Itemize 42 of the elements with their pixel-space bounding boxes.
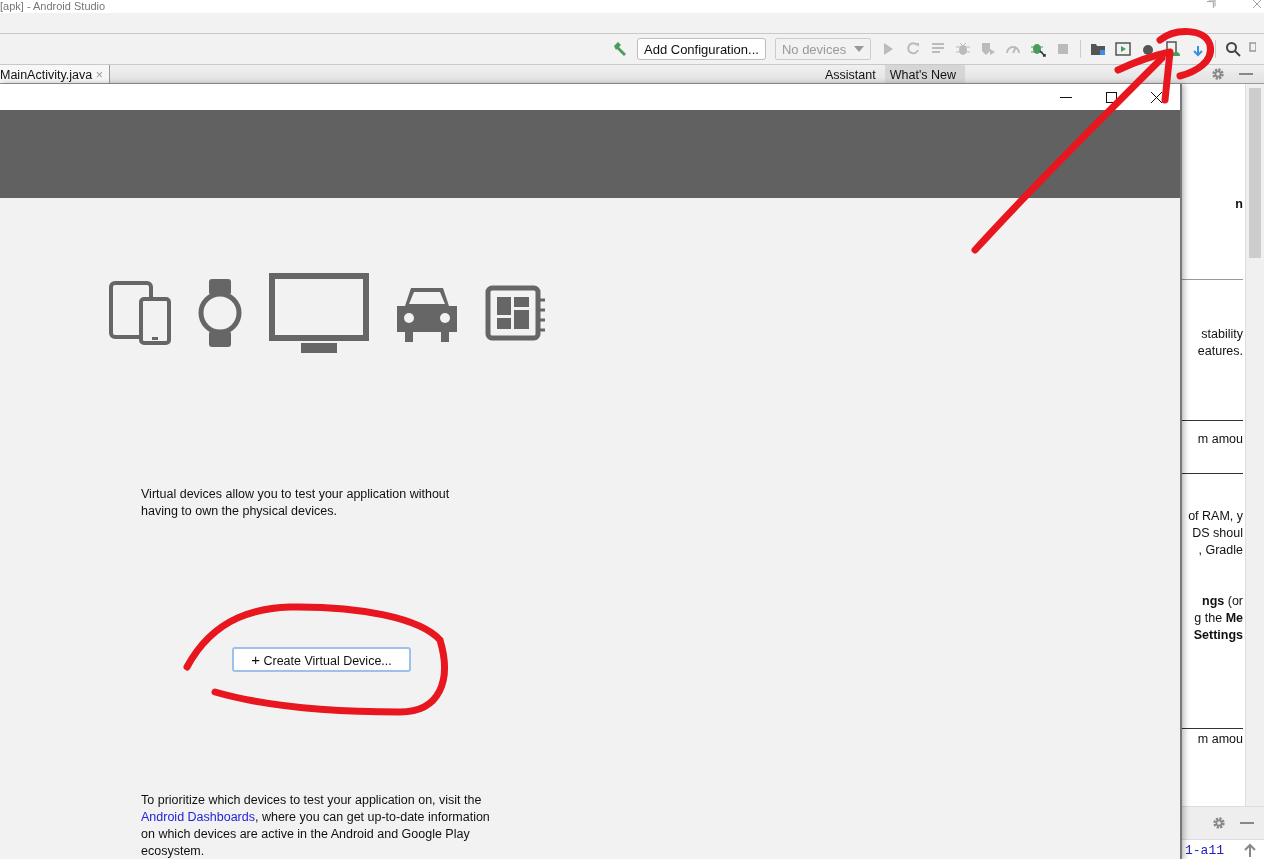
article-text: n <box>1235 196 1243 213</box>
intro-text: Virtual devices allow you to test your application without having to own the physical devices. <box>141 486 451 520</box>
phone-tablet-icon <box>109 281 171 345</box>
dashboard-info-text: To prioritize which devices to test your application on, visit the Android Dashboards, where you can get up-to-date information on which devices are active in the Android and Google Play ecosystem. <box>141 792 491 859</box>
restore-icon[interactable] <box>1206 0 1216 8</box>
rerun-icon[interactable] <box>904 41 921 57</box>
hammer-icon[interactable] <box>612 41 628 57</box>
chip-icon <box>485 285 545 341</box>
maximize-icon[interactable] <box>1106 91 1117 103</box>
window-title: [apk] - Android Studio <box>0 0 106 12</box>
article-text: DS shoul <box>1192 525 1243 542</box>
article-text: of RAM, y <box>1188 508 1243 525</box>
article-text: Settings <box>1193 627 1243 644</box>
console-link[interactable]: 1-a11 <box>1185 842 1224 858</box>
bug-icon[interactable] <box>1029 41 1046 57</box>
dashboards-link[interactable]: Android Dashboards <box>141 810 255 824</box>
article-text: ngs (or <box>1202 593 1243 610</box>
shield-icon[interactable] <box>979 41 996 57</box>
article-text: g the Me <box>1194 610 1243 627</box>
monitor-icon <box>269 273 369 353</box>
folder-icon[interactable] <box>1089 41 1106 57</box>
caret-icon <box>853 46 864 52</box>
close-icon[interactable] <box>1151 91 1162 103</box>
create-virtual-device-button[interactable]: + Create Virtual Device... <box>232 647 411 672</box>
up-arrow-icon[interactable] <box>1244 843 1256 857</box>
watch-icon <box>197 279 243 347</box>
article-text: m amou <box>1197 431 1243 448</box>
settings-icon[interactable] <box>1211 67 1225 81</box>
article-text: eatures. <box>1197 343 1243 360</box>
editor-tab[interactable]: MainActivity.java × <box>0 65 110 83</box>
article-text: m amou <box>1197 731 1243 748</box>
minimize-icon[interactable] <box>1060 96 1072 98</box>
article-text: , Gradle <box>1198 542 1243 559</box>
phone-android-icon[interactable] <box>1164 41 1181 57</box>
panel-tab[interactable]: Assistant <box>820 65 885 83</box>
screen-icon[interactable] <box>1114 41 1131 57</box>
settings-icon[interactable] <box>1212 816 1226 830</box>
add-configuration-button[interactable]: Add Configuration... <box>637 38 766 60</box>
panel-tab[interactable]: What's New <box>884 65 965 83</box>
scrollbar-thumb[interactable] <box>1249 88 1261 258</box>
article-text: stability <box>1201 326 1243 343</box>
search-icon[interactable] <box>1224 41 1241 57</box>
